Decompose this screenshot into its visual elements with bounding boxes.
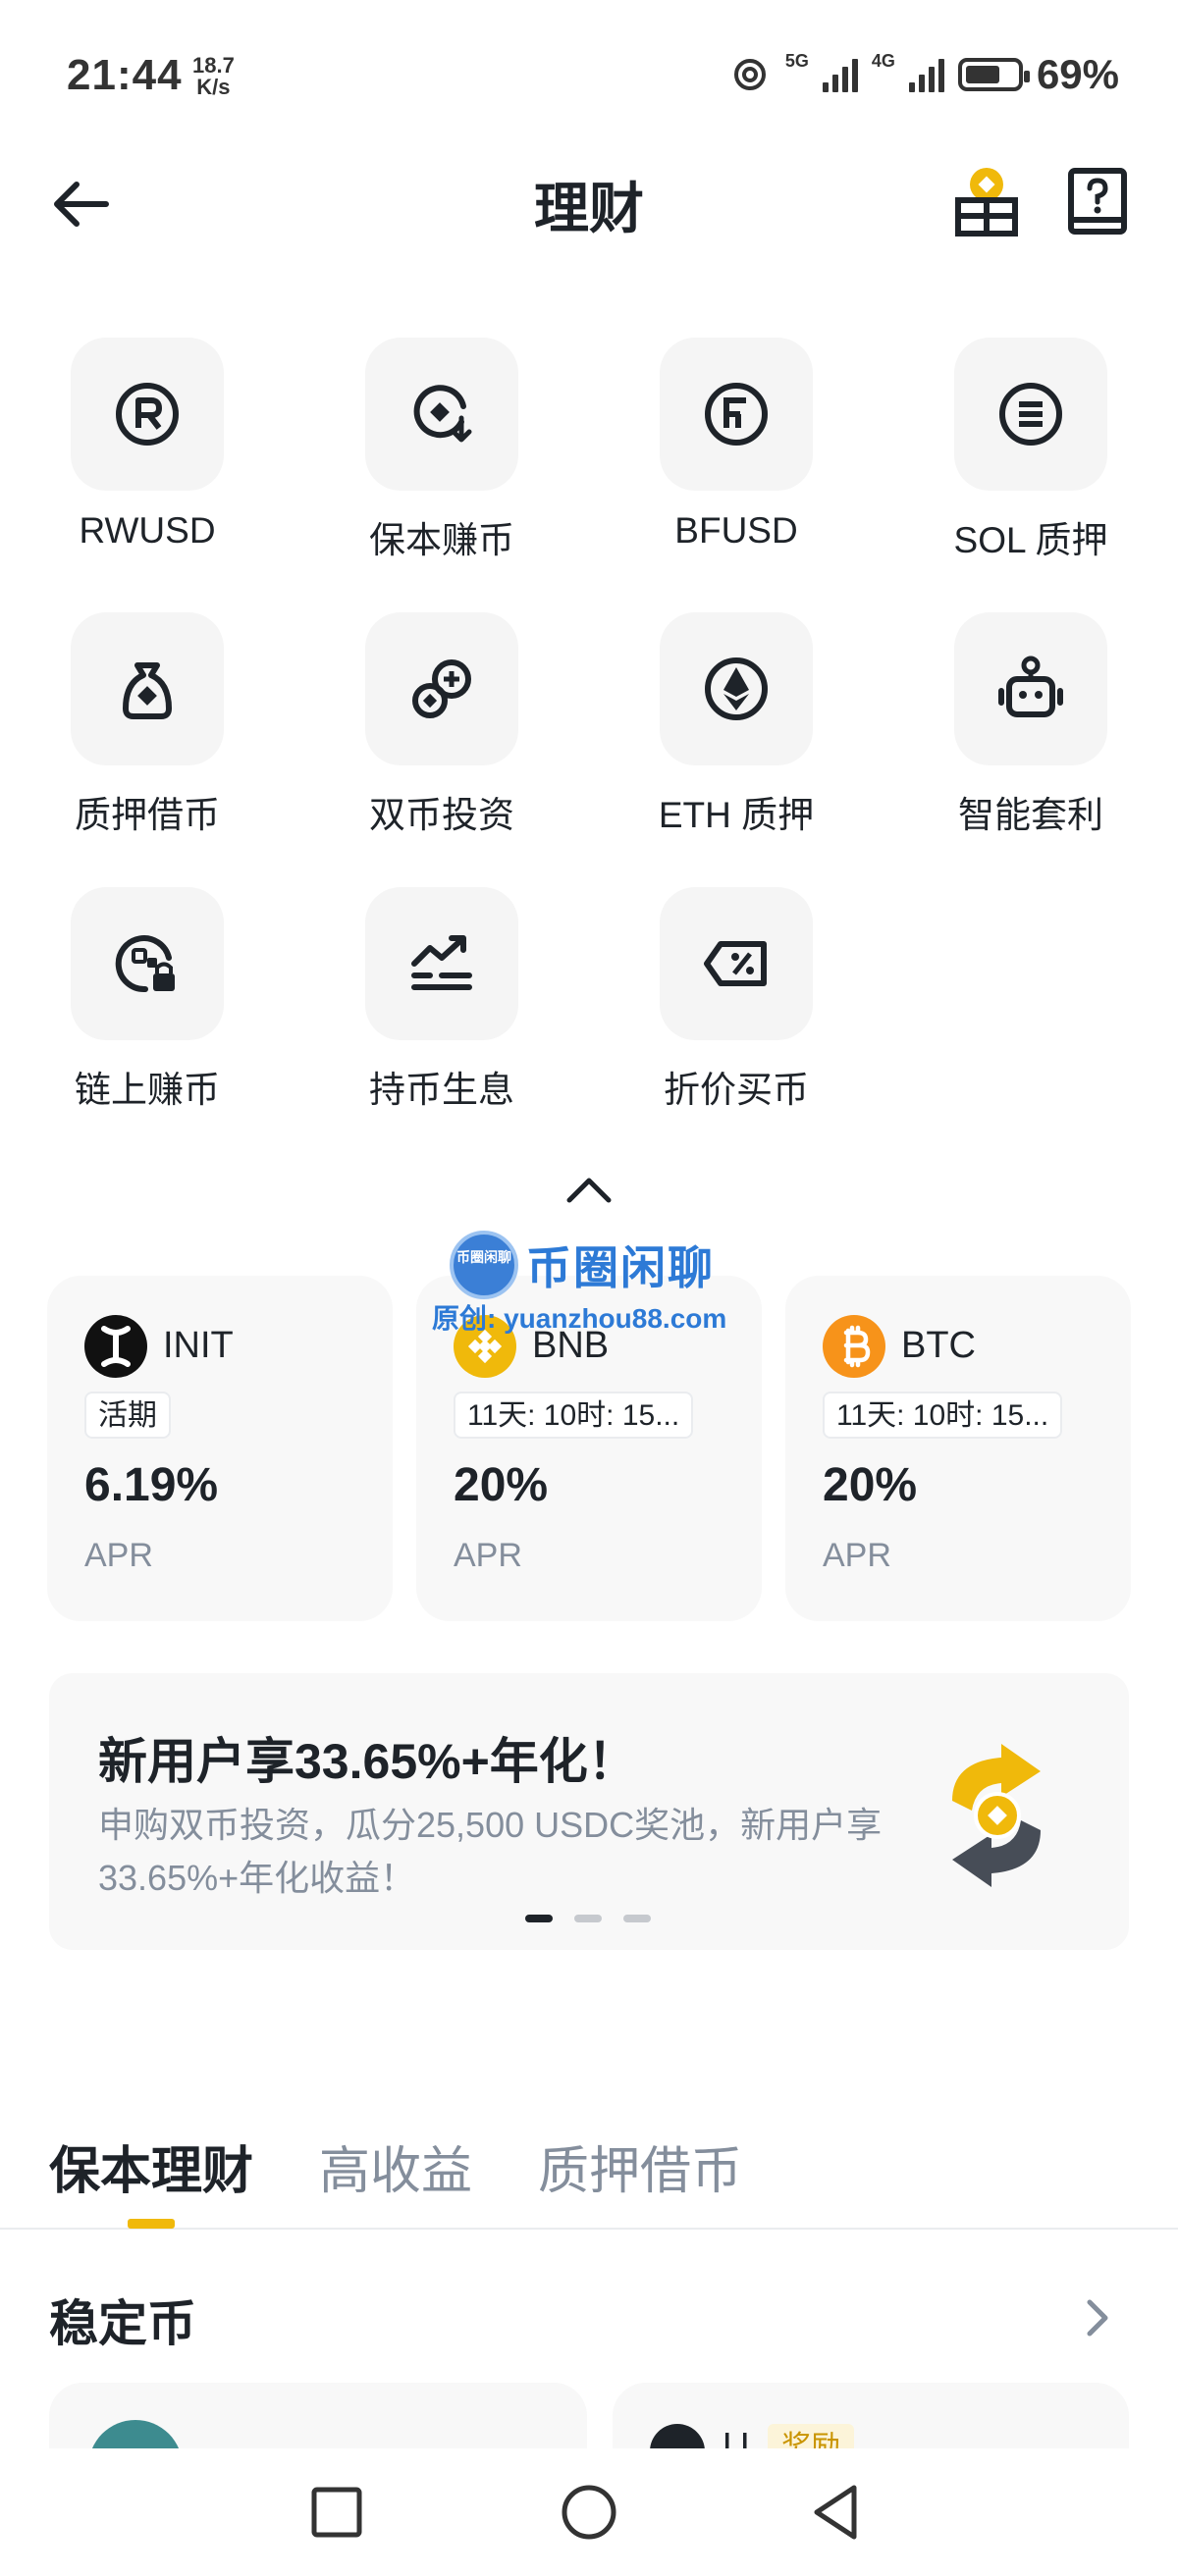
feature-onchain-earn[interactable]: 链上赚币	[0, 883, 294, 1138]
feature-label: 双币投资	[369, 795, 514, 835]
carousel-dot	[574, 1915, 602, 1922]
home-icon[interactable]	[555, 2478, 623, 2547]
apr-label: APR	[823, 1537, 891, 1574]
robot-icon	[998, 656, 1063, 717]
feature-sol-staking[interactable]: SOL 质押	[884, 334, 1178, 589]
battery-fill	[965, 66, 1000, 83]
gift-box-icon[interactable]	[952, 165, 1021, 237]
feature-bfusd[interactable]: BFUSD	[589, 334, 884, 589]
back-nav-icon[interactable]	[803, 2478, 872, 2547]
feature-icon-box	[660, 887, 813, 1040]
product-card-bnb[interactable]: BNB 11天: 10时: 15... 20% APR	[416, 1276, 762, 1621]
banner-title: 新用户享33.65%+年化！	[98, 1734, 637, 1789]
feature-discount-buy[interactable]: 折价买币	[589, 883, 884, 1138]
apr-value: 20%	[454, 1459, 549, 1511]
feature-label: SOL 质押	[953, 520, 1108, 560]
net1-label: 5G	[784, 51, 809, 71]
feature-icon-box	[954, 612, 1107, 765]
feature-icon-box	[365, 338, 518, 491]
feature-icon-box	[365, 612, 518, 765]
network-speed-value: 18.7	[192, 53, 235, 78]
bfusd-icon	[705, 383, 768, 446]
tab-crypto-loan[interactable]: 质押借币	[538, 2129, 742, 2203]
feature-smart-arbitrage[interactable]: 智能套利	[884, 608, 1178, 864]
feature-icon-box	[71, 887, 224, 1040]
feature-label: 持币生息	[369, 1070, 514, 1110]
apr-label: APR	[454, 1537, 522, 1574]
coin-name: BTC	[901, 1325, 976, 1366]
init-coin-icon	[84, 1315, 147, 1378]
loan-bag-icon	[123, 662, 172, 719]
feature-label: BFUSD	[674, 510, 798, 551]
status-indicators: 5G 4G 69%	[728, 51, 1119, 98]
discount-ticket-icon	[704, 941, 767, 986]
apr-label: APR	[84, 1537, 153, 1574]
promo-banner[interactable]: 新用户享33.65%+年化！ 申购双币投资，瓜分25,500 USDC奖池，新用…	[49, 1673, 1129, 1950]
feature-eth-staking[interactable]: ETH 质押	[589, 608, 884, 864]
principal-earn-icon	[413, 385, 472, 443]
banner-description: 申购双币投资，瓜分25,500 USDC奖池，新用户享33.65%+年化收益！	[98, 1805, 883, 1898]
feature-label: 质押借币	[75, 795, 220, 835]
feature-label: 智能套利	[958, 795, 1103, 835]
chevron-up-icon[interactable]	[562, 1173, 616, 1208]
product-card-init[interactable]: INIT 活期 6.19% APR	[47, 1276, 393, 1621]
coin-name: BNB	[532, 1325, 610, 1366]
feature-icon-box	[954, 338, 1107, 491]
feature-icon-box	[660, 612, 813, 765]
battery-percent: 69%	[1036, 51, 1119, 97]
feature-dual-investment[interactable]: 双币投资	[294, 608, 589, 864]
signal-strength-icon	[822, 57, 858, 92]
active-tab-indicator	[128, 2219, 175, 2229]
status-time: 21:44	[67, 51, 183, 99]
tab-principal-protected[interactable]: 保本理财	[49, 2129, 253, 2203]
eth-staking-icon	[705, 657, 768, 720]
header: 理财	[0, 147, 1178, 255]
feature-hold-interest[interactable]: 持币生息	[294, 883, 589, 1138]
feature-icon-box	[660, 338, 813, 491]
battery-icon	[957, 58, 1030, 91]
chevron-right-icon[interactable]	[1078, 2294, 1117, 2341]
feature-label: ETH 质押	[658, 795, 815, 835]
feature-label: 保本赚币	[369, 520, 514, 560]
countdown-tag: 11天: 10时: 15...	[454, 1392, 694, 1439]
feature-principal-earn[interactable]: 保本赚币	[294, 334, 589, 589]
signal-strength-icon-2	[908, 57, 944, 92]
category-tabs: 保本理财 高收益 质押借币	[0, 2120, 1178, 2230]
net2-label: 4G	[871, 51, 895, 71]
section-title: 稳定币	[49, 2296, 196, 2351]
feature-icon-box	[365, 887, 518, 1040]
recent-apps-icon[interactable]	[302, 2478, 371, 2547]
product-card-btc[interactable]: BTC 11天: 10时: 15... 20% APR	[785, 1276, 1131, 1621]
hotspot-icon	[733, 59, 766, 90]
status-bar: 21:44 18.7 K/s 5G 4G 69%	[0, 0, 1178, 147]
network-speed-unit: K/s	[196, 75, 231, 99]
dual-investment-icon	[412, 659, 471, 718]
system-nav-bar	[0, 2448, 1178, 2576]
rwusd-icon	[116, 383, 179, 446]
countdown-tag: 11天: 10时: 15...	[823, 1392, 1063, 1439]
feature-icon-box	[71, 612, 224, 765]
feature-label: RWUSD	[79, 510, 216, 551]
feature-rwusd[interactable]: RWUSD	[0, 334, 294, 589]
card-tag: 活期	[84, 1392, 171, 1439]
carousel-dot	[525, 1915, 553, 1922]
feature-label: 折价买币	[664, 1070, 809, 1110]
bnb-coin-icon	[454, 1315, 516, 1378]
carousel-indicator	[525, 1915, 651, 1922]
onchain-earn-icon	[115, 935, 175, 993]
sol-staking-icon	[999, 383, 1062, 446]
help-book-icon[interactable]	[1063, 165, 1132, 237]
feature-icon-box	[71, 338, 224, 491]
carousel-dot	[623, 1915, 651, 1922]
feature-label: 链上赚币	[75, 1070, 220, 1110]
apr-value: 6.19%	[84, 1459, 219, 1511]
apr-value: 20%	[823, 1459, 918, 1511]
tab-high-yield[interactable]: 高收益	[319, 2129, 472, 2203]
hold-interest-icon	[411, 935, 472, 990]
btc-coin-icon	[823, 1315, 885, 1378]
coin-name: INIT	[163, 1325, 234, 1366]
feature-crypto-loan[interactable]: 质押借币	[0, 608, 294, 864]
exchange-coin-icon	[952, 1744, 1041, 1887]
network-speed: 18.7 K/s	[192, 55, 235, 98]
